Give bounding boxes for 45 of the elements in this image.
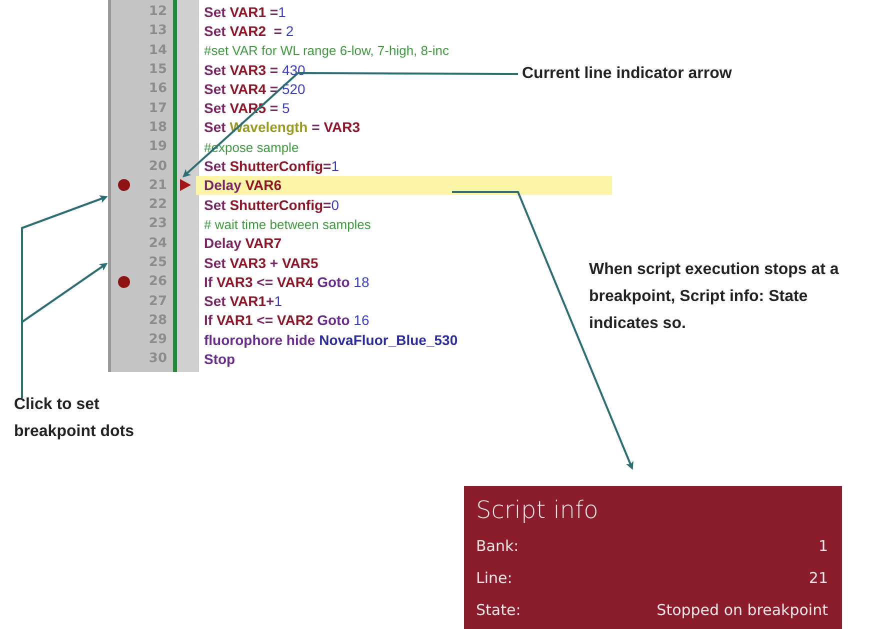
- line-number: 22: [148, 197, 167, 212]
- code-line: Delay VAR7: [204, 235, 282, 252]
- info-label: Bank:: [476, 537, 519, 555]
- info-label: State:: [476, 601, 521, 619]
- breakpoint-dot[interactable]: [118, 276, 130, 288]
- line-number: 14: [148, 42, 167, 58]
- code-line: Stop: [204, 350, 236, 367]
- code-line: Set ShutterConfig=1: [204, 158, 339, 174]
- code-line: # wait time between samples: [204, 216, 371, 232]
- code-line: If VAR1 <= VAR2 Goto 16: [204, 312, 370, 328]
- line-number: 20: [148, 158, 167, 174]
- code-line: Set VAR3 + VAR5: [204, 254, 318, 270]
- breakpoint-dot[interactable]: [118, 179, 130, 192]
- line-number: 17: [148, 100, 167, 116]
- callout-text: Click to set breakpoint dots: [14, 395, 136, 442]
- info-value: Stopped on breakpoint: [656, 601, 828, 619]
- code-line: Set VAR2 = 2: [204, 22, 294, 39]
- line-number: 25: [148, 255, 167, 270]
- callout-text: Current line indicator arrow: [522, 64, 732, 84]
- line-number: 30: [148, 351, 167, 366]
- callout-text: When script execution stops at a breakpoint, Script info: State indicates so.: [589, 260, 840, 334]
- line-number: 27: [148, 294, 167, 309]
- line-number: 26: [148, 274, 167, 290]
- code-line: Set ShutterConfig=0: [204, 196, 339, 213]
- panel-title: Script info: [476, 495, 600, 526]
- code-line: Delay VAR6: [204, 177, 282, 194]
- line-number: 21: [148, 178, 167, 193]
- line-number: 28: [148, 312, 167, 328]
- code-line: fluorophore hide NovaFluor_Blue_530: [204, 332, 458, 348]
- line-number: 18: [148, 120, 167, 135]
- code-line: If VAR3 <= VAR4 Goto 18: [204, 274, 370, 290]
- line-number: 29: [148, 332, 167, 348]
- code-line: #set VAR for WL range 6-low, 7-high, 8-inc: [204, 42, 449, 58]
- line-number: 16: [148, 81, 167, 96]
- info-value: 21: [808, 569, 828, 587]
- line-number: 15: [148, 62, 167, 78]
- line-number: 19: [148, 139, 167, 154]
- line-number: 12: [148, 4, 167, 20]
- code-line: Set VAR1+1: [204, 293, 282, 310]
- line-number: 24: [148, 236, 167, 251]
- info-label: Line:: [476, 569, 512, 587]
- line-number: 13: [148, 23, 167, 38]
- info-value: 1: [818, 537, 828, 555]
- line-number: 23: [148, 216, 167, 232]
- code-line: Set VAR1 =1: [204, 4, 286, 20]
